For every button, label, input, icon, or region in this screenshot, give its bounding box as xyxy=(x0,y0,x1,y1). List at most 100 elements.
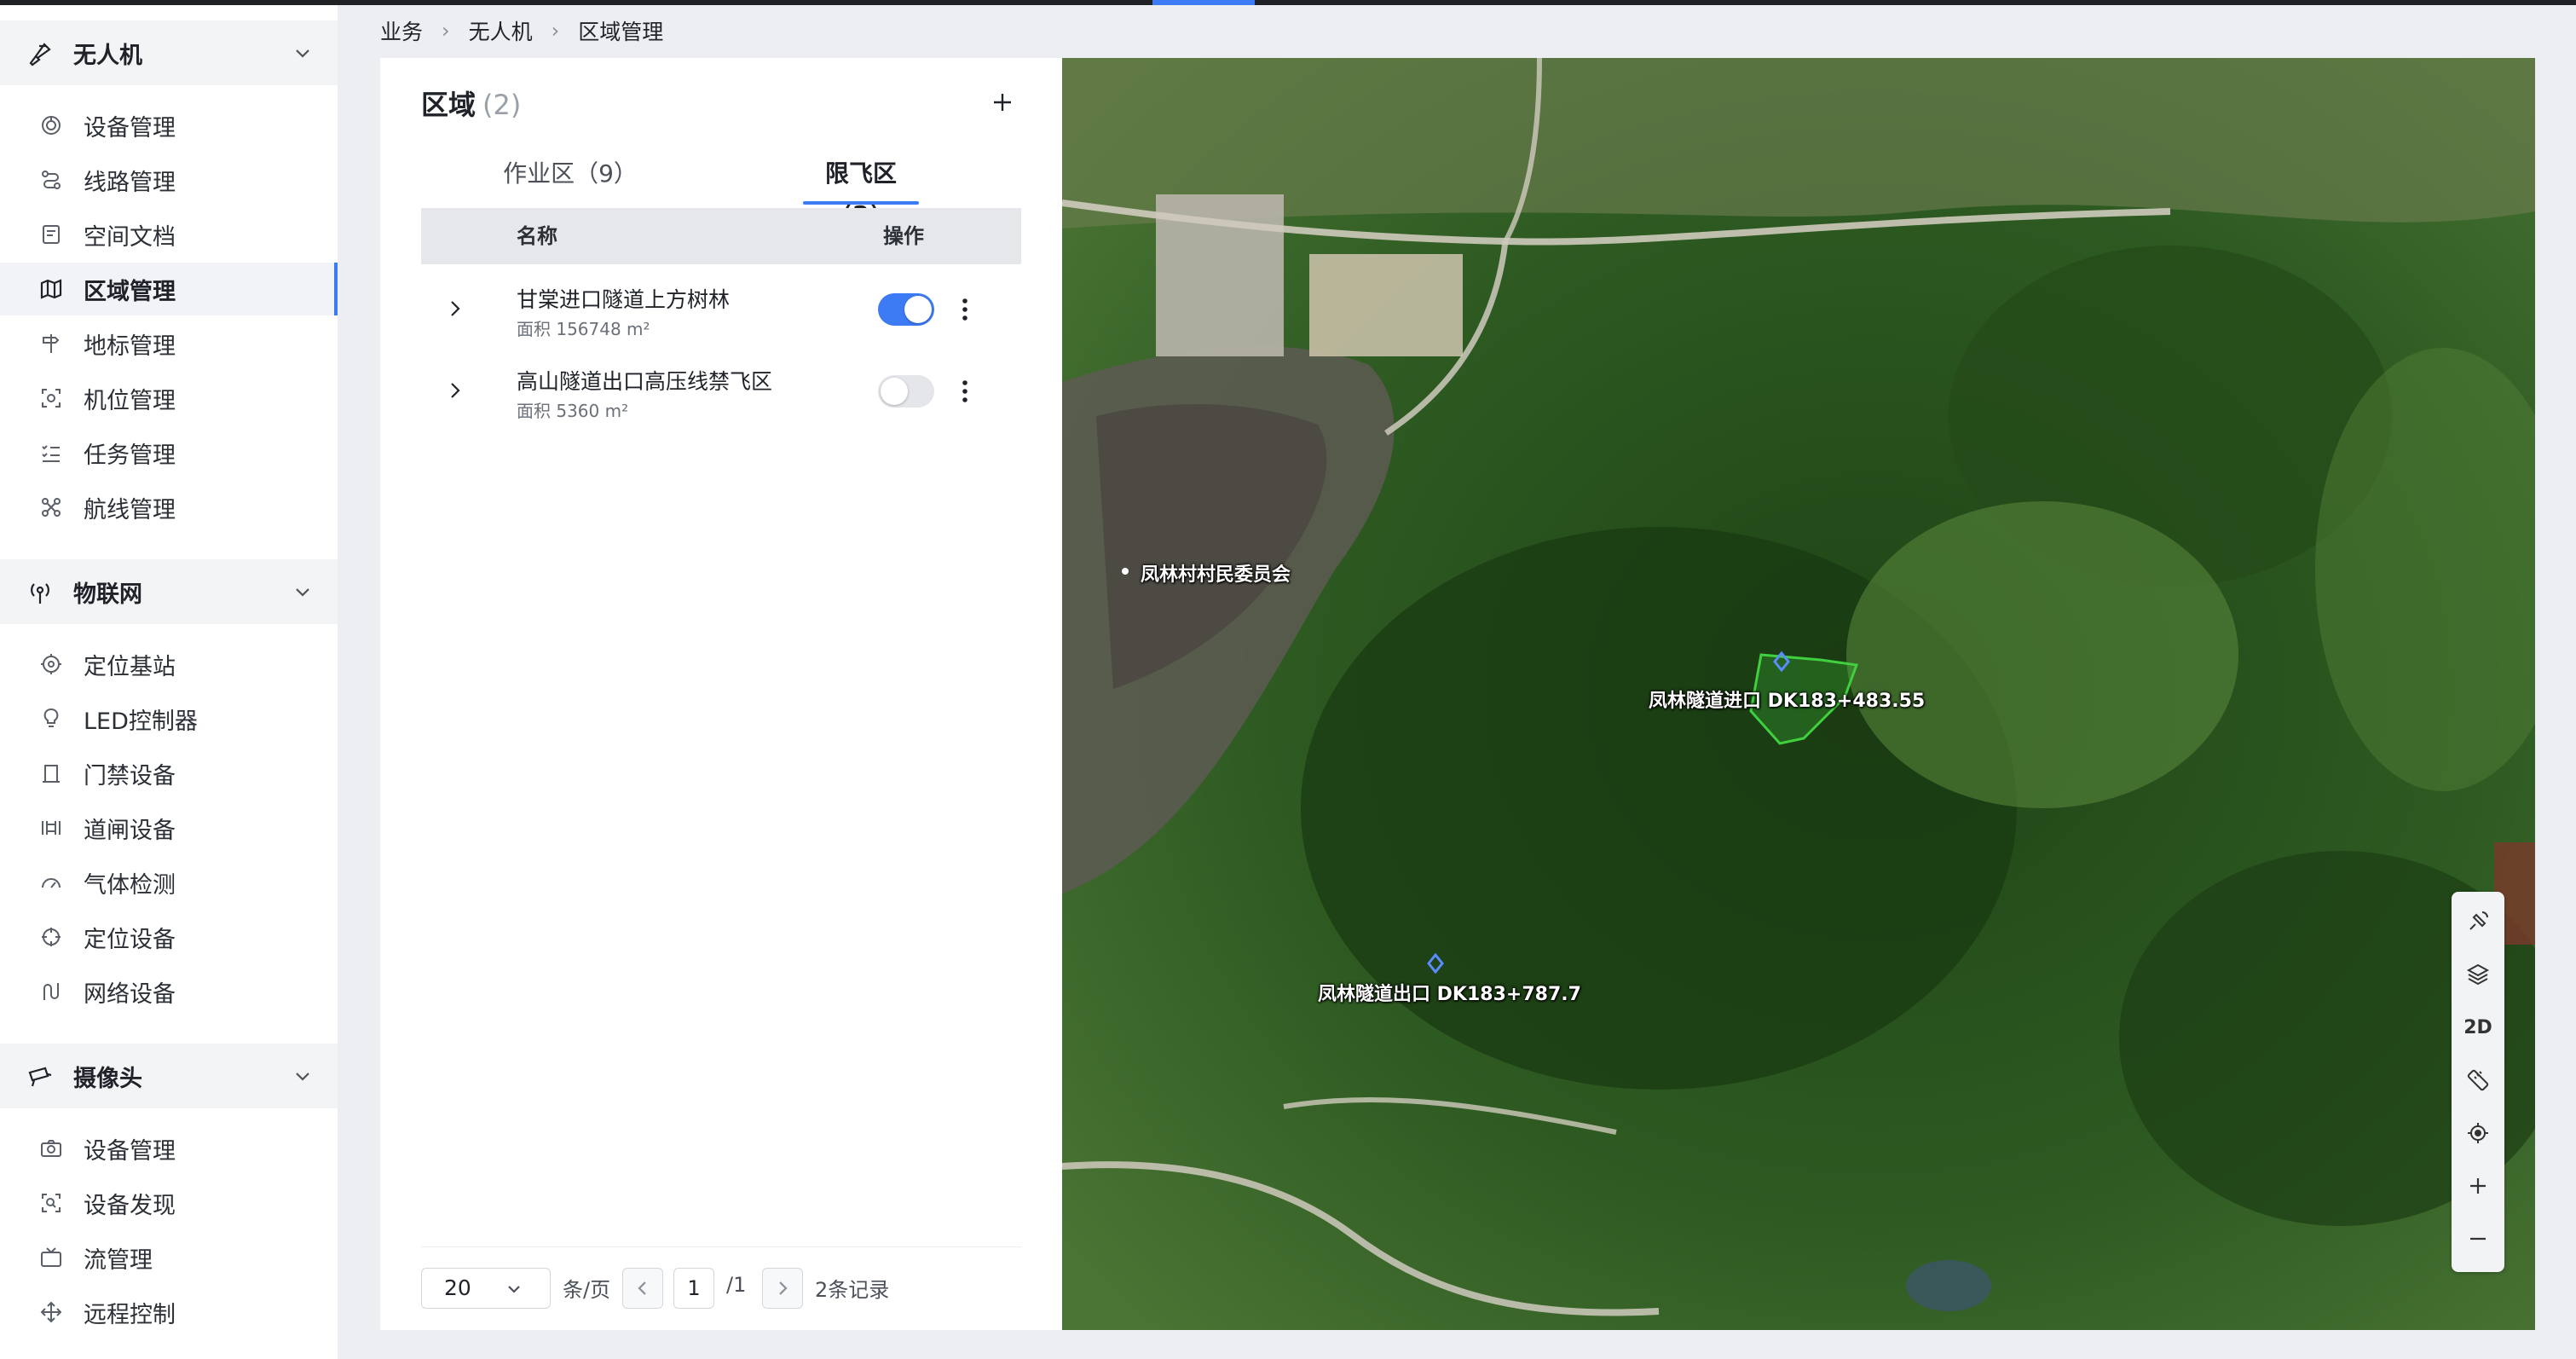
sidebar-item-dock-management[interactable]: 机位管理 xyxy=(0,372,338,425)
gauge-icon xyxy=(39,870,63,894)
breadcrumb-item-current: 区域管理 xyxy=(578,20,664,44)
area-panel: 区域(2) 作业区（9） 限飞区（2） 名称 操作 甘棠进口隧道上方树林 面积 … xyxy=(380,58,1062,1330)
total-pages: /1 xyxy=(726,1273,747,1297)
tv-icon xyxy=(39,1246,63,1269)
tab-label: 作业区（9） xyxy=(503,159,638,188)
table-header: 名称 操作 xyxy=(421,208,1021,264)
breadcrumb-item[interactable]: 无人机 xyxy=(469,15,533,46)
more-vertical-icon[interactable] xyxy=(951,295,979,324)
sidebar-item-gas-detection[interactable]: 气体检测 xyxy=(0,856,338,909)
table-row[interactable]: 甘棠进口隧道上方树林 面积 156748 m² xyxy=(421,269,1021,350)
sidebar-group-title: 无人机 xyxy=(73,42,142,69)
satellite-map[interactable]: 凤林村村民委员会 凤林隧道进口 DK183+483.55 凤林隧道出口 DK18… xyxy=(1062,58,2535,1330)
area-enable-toggle[interactable] xyxy=(878,375,934,408)
zoom-in-icon xyxy=(2470,1178,2486,1194)
sidebar-group-title: 物联网 xyxy=(73,581,142,608)
locate-button[interactable] xyxy=(2452,1107,2504,1159)
sidebar-item-label: 设备管理 xyxy=(84,114,176,142)
sidebar-item-device-management[interactable]: 设备管理 xyxy=(0,99,338,152)
camera-device-icon xyxy=(39,1136,63,1160)
active-indicator xyxy=(334,263,338,315)
sidebar-item-label: LED控制器 xyxy=(84,708,198,735)
base-station-icon xyxy=(39,652,63,676)
sidebar-item-device-discovery[interactable]: 设备发现 xyxy=(0,1177,338,1229)
next-page-button[interactable] xyxy=(762,1268,803,1309)
sidebar-item-area-management[interactable]: 区域管理 xyxy=(0,263,338,315)
pagination: 20 条/页 1 /1 2条记录 xyxy=(421,1246,1021,1312)
sidebar-item-led-controller[interactable]: LED控制器 xyxy=(0,692,338,745)
document-icon xyxy=(39,223,63,246)
chevron-down-icon xyxy=(502,1277,526,1301)
toggle-knob xyxy=(904,296,932,323)
device-icon xyxy=(39,113,63,137)
sidebar-item-flight-path-management[interactable]: 航线管理 xyxy=(0,481,338,534)
area-name: 高山隧道出口高压线禁飞区 xyxy=(517,369,773,394)
area-size: 面积 156748 m² xyxy=(517,319,650,339)
move-arrows-icon xyxy=(39,1300,63,1324)
sidebar-item-locating-device[interactable]: 定位设备 xyxy=(0,911,338,963)
measure-button[interactable] xyxy=(2452,1054,2504,1107)
map-label-village: 凤林村村民委员会 xyxy=(1141,564,1291,586)
zoom-out-button[interactable] xyxy=(2452,1212,2504,1265)
sidebar-group-iot[interactable]: 物联网 xyxy=(0,559,338,624)
sidebar-item-label: 任务管理 xyxy=(84,442,176,469)
zoom-in-button[interactable] xyxy=(2452,1159,2504,1212)
sidebar-item-label: 地标管理 xyxy=(84,333,176,360)
sidebar-item-network-device[interactable]: 网络设备 xyxy=(0,965,338,1018)
sidebar-item-task-management[interactable]: 任务管理 xyxy=(0,426,338,479)
signpost-icon xyxy=(39,332,63,356)
page-size-select[interactable]: 20 xyxy=(421,1268,551,1309)
record-count: 2条记录 xyxy=(815,1278,890,1302)
antenna-icon xyxy=(27,580,53,605)
village-point-marker xyxy=(1122,568,1129,575)
per-page-label: 条/页 xyxy=(563,1278,611,1302)
chevron-right-icon: › xyxy=(551,19,560,43)
2d-label: 2D xyxy=(2463,1016,2492,1038)
prev-page-button[interactable] xyxy=(622,1268,663,1309)
area-map-icon xyxy=(39,277,63,301)
sidebar-item-label: 区域管理 xyxy=(84,278,176,305)
chevron-right-icon[interactable] xyxy=(442,377,469,404)
sidebar-item-remote-control[interactable]: 远程控制 xyxy=(0,1286,338,1339)
locator-icon xyxy=(39,925,63,949)
current-page-input[interactable]: 1 xyxy=(673,1268,714,1309)
sidebar-item-route-management[interactable]: 线路管理 xyxy=(0,153,338,206)
plus-icon xyxy=(994,94,1011,111)
ruler-icon xyxy=(2467,1069,2489,1091)
sidebar-item-label: 定位基站 xyxy=(84,653,176,680)
tab-work-zone[interactable]: 作业区（9） xyxy=(489,153,651,205)
sidebar-item-landmark-management[interactable]: 地标管理 xyxy=(0,317,338,370)
map-label-tunnel-entrance: 凤林隧道进口 DK183+483.55 xyxy=(1649,691,1926,712)
layers-button[interactable] xyxy=(2452,948,2504,1001)
sidebar-item-stream-management[interactable]: 流管理 xyxy=(0,1231,338,1284)
sidebar-item-barrier-gate[interactable]: 道闸设备 xyxy=(0,801,338,854)
add-area-button[interactable] xyxy=(985,85,1019,119)
access-gate-icon xyxy=(39,761,63,785)
sidebar: 无人机 设备管理 线路管理 空间文档 区域管理 地标管理 机位管理 任务管理 航… xyxy=(0,5,338,1359)
panel-title: 区域 (2) xyxy=(421,84,521,123)
sidebar-item-space-docs[interactable]: 空间文档 xyxy=(0,208,338,261)
sidebar-item-base-station[interactable]: 定位基站 xyxy=(0,638,338,691)
drone-icon xyxy=(27,41,53,67)
map-toolbar: 2D xyxy=(2452,892,2504,1272)
toggle-knob xyxy=(881,378,908,405)
2d-toggle-button[interactable]: 2D xyxy=(2452,1001,2504,1054)
sidebar-item-label: 气体检测 xyxy=(84,871,176,899)
tab-no-fly-zone[interactable]: 限飞区（2） xyxy=(803,153,919,228)
breadcrumb-item[interactable]: 业务 xyxy=(380,15,423,46)
sidebar-group-camera[interactable]: 摄像头 xyxy=(0,1044,338,1108)
sidebar-item-label: 流管理 xyxy=(84,1246,153,1274)
sidebar-item-label: 机位管理 xyxy=(84,387,176,414)
more-vertical-icon[interactable] xyxy=(951,377,979,406)
satellite-icon xyxy=(2469,911,2488,930)
satellite-button[interactable] xyxy=(2452,895,2504,948)
chevron-down-icon xyxy=(290,1064,315,1090)
area-enable-toggle[interactable] xyxy=(878,293,934,326)
chevron-right-icon[interactable] xyxy=(442,295,469,322)
discover-icon xyxy=(39,1191,63,1215)
table-row[interactable]: 高山隧道出口高压线禁飞区 面积 5360 m² xyxy=(421,351,1021,431)
sidebar-group-drone[interactable]: 无人机 xyxy=(0,20,338,85)
sidebar-item-access-control[interactable]: 门禁设备 xyxy=(0,747,338,800)
sidebar-item-camera-device[interactable]: 设备管理 xyxy=(0,1122,338,1175)
route-icon xyxy=(39,168,63,192)
